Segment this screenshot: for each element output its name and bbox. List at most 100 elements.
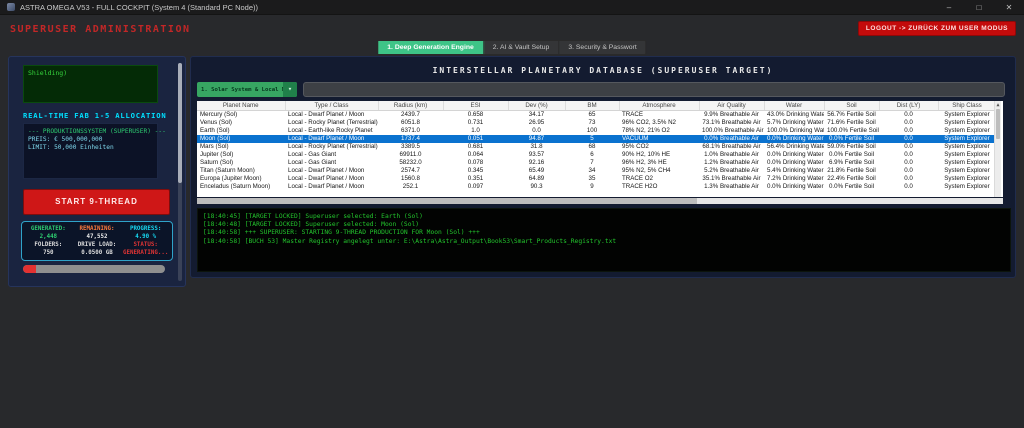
table-cell: Local - Rocky Planet (Terrestrial) (288, 142, 378, 150)
table-cell: 34 (588, 166, 596, 174)
column-header[interactable]: BM (565, 101, 620, 111)
maximize-button[interactable]: □ (964, 0, 994, 15)
table-cell: 95% N2, 5% CH4 (622, 166, 671, 174)
table-cell: 0.0% Fertile Soil (824, 134, 879, 143)
column-header[interactable]: Dist (LY) (879, 101, 939, 111)
column-header[interactable]: Atmosphere (619, 101, 700, 111)
filter-input[interactable] (303, 82, 1005, 97)
column-header[interactable]: Radius (km) (378, 101, 444, 111)
scrollbar-thumb[interactable] (996, 109, 1000, 139)
table-row[interactable]: Enceladus (Saturn Moon) Local - Dwarf Pla… (197, 183, 996, 191)
app-icon (7, 3, 15, 11)
table-cell: 69911.0 (399, 150, 422, 158)
column-header[interactable]: Ship Class (938, 101, 997, 111)
table-cell: 100.0% Fertile Soil (827, 126, 879, 134)
column-header[interactable]: Water (764, 101, 825, 111)
generation-progress-bar (23, 265, 165, 273)
table-cell: 71.6% Fertile Soil (827, 118, 876, 126)
table-cell: 0.0% Breathable Air (699, 134, 764, 143)
column-header[interactable]: ESI (443, 101, 509, 111)
log-line: [18:40:58] +++ SUPERUSER: STARTING 9-THR… (203, 229, 480, 237)
tab-deep-generation-engine[interactable]: 1. Deep Generation Engine (378, 41, 484, 54)
table-cell: System Explorer (944, 150, 990, 158)
table-cell: System Explorer (944, 166, 990, 174)
table-row[interactable]: Venus (Sol) Local - Rocky Planet (Terrest… (197, 119, 996, 127)
table-cell: Europa (Jupiter Moon) (200, 174, 262, 182)
table-horizontal-scrollbar[interactable] (197, 198, 1003, 204)
progress-fill (23, 265, 36, 273)
dropdown-selected-value: 1. Solar System & Local Moons (201, 86, 283, 93)
close-button[interactable]: ✕ (994, 0, 1024, 15)
planetary-database-panel: INTERSTELLAR PLANETARY DATABASE (SUPERUS… (190, 56, 1016, 278)
table-row[interactable]: Mars (Sol) Local - Rocky Planet (Terrestr… (197, 143, 996, 151)
table-cell: 1737.4 (378, 134, 443, 143)
column-header[interactable]: Planet Name (197, 101, 286, 111)
table-cell: 0.064 (467, 150, 484, 158)
table-cell: System Explorer (944, 142, 990, 150)
table-cell: Enceladus (Saturn Moon) (200, 182, 271, 190)
table-cell: System Explorer (938, 134, 996, 143)
table-cell: 5.4% Drinking Water (767, 166, 824, 174)
table-cell: 0.0 (532, 126, 541, 134)
table-cell: Titan (Saturn Moon) (200, 166, 255, 174)
table-row[interactable]: Titan (Saturn Moon) Local - Dwarf Planet … (197, 167, 996, 175)
table-cell: 96% H2, 3% HE (622, 158, 667, 166)
table-cell: 6.9% Fertile Soil (828, 158, 875, 166)
tab-bar: 1. Deep Generation Engine 2. AI & Vault … (377, 40, 647, 55)
tab-ai-vault-setup[interactable]: 2. AI & Vault Setup (484, 41, 560, 54)
chevron-down-icon[interactable]: ▾ (283, 82, 297, 97)
table-row[interactable]: Earth (Sol) Local - Earth-like Rocky Plan… (197, 127, 996, 135)
stat-drive-load: DRIVE LOAD: 0.0500 GB (77, 242, 117, 256)
table-row[interactable]: Jupiter (Sol) Local - Gas Giant 69911.0 0.0… (197, 151, 996, 159)
table-cell: 0.0% Drinking Water (764, 134, 824, 143)
table-row[interactable]: Mercury (Sol) Local - Dwarf Planet / Moon… (197, 110, 996, 119)
table-cell: 100 (586, 126, 598, 134)
table-cell: 0.0 (904, 126, 913, 134)
table-cell: 0.0% Fertile Soil (828, 150, 875, 158)
scroll-up-icon[interactable]: ▲ (995, 101, 1001, 109)
table-cell: 9 (590, 182, 594, 190)
table-cell: 95% CO2 (622, 142, 649, 150)
table-cell: 0.658 (467, 110, 484, 118)
production-panel: Shielding) REAL-TIME FAB 1-5 ALLOCATION … (8, 56, 186, 287)
table-cell: 0.0% Fertile Soil (828, 182, 875, 190)
table-row[interactable]: Moon (Sol) Local - Dwarf Planet / Moon 173… (197, 134, 996, 143)
production-info-box: --- PRODUKTIONSSYSTEM (SUPERUSER) --- PR… (23, 123, 166, 179)
start-generation-button[interactable]: START 9-THREAD GENERATION (23, 189, 170, 230)
table-cell: 1.0% Breathable Air (704, 150, 759, 158)
table-cell: TRACE H2O (622, 182, 658, 190)
table-cell: 34.17 (528, 110, 545, 118)
minimize-button[interactable]: – (934, 0, 964, 15)
table-cell: 5.2% Breathable Air (704, 166, 759, 174)
column-header[interactable]: Air Quality (699, 101, 765, 111)
stat-progress: PROGRESS: 4.90 % (129, 226, 162, 240)
scrollbar-thumb[interactable] (178, 63, 182, 183)
column-header[interactable]: Soil (824, 101, 880, 111)
table-cell: 1.2% Breathable Air (704, 158, 759, 166)
log-line: [18:40:58] [BUCH 53] Master Registry ang… (203, 237, 617, 245)
logout-button[interactable]: LOGOUT -> ZURÜCK ZUM USER MODUS (857, 21, 1016, 36)
table-cell: 252.1 (402, 182, 419, 190)
column-header[interactable]: Dev (%) (508, 101, 566, 111)
table-cell: Earth (Sol) (200, 126, 230, 134)
table-cell: 68.1% Breathable Air (702, 142, 761, 150)
table-cell: VACUUM (619, 134, 699, 143)
system-select-dropdown[interactable]: 1. Solar System & Local Moons ▾ (197, 82, 297, 97)
table-cell: 96% CO2, 3.5% N2 (622, 118, 676, 126)
log-line: [18:40:45] [TARGET LOCKED] Superuser sel… (203, 213, 423, 220)
table-cell: 0.0 (904, 166, 913, 174)
table-cell: 0.351 (467, 174, 484, 182)
table-cell: System Explorer (944, 174, 990, 182)
table-cell: 6371.0 (401, 126, 420, 134)
scrollbar-thumb[interactable] (197, 198, 697, 204)
table-cell: 0.0 (904, 174, 913, 182)
table-vertical-scrollbar[interactable]: ▲ (994, 101, 1001, 197)
table-cell: 58232.0 (399, 158, 422, 166)
table-cell: 26.95 (528, 118, 545, 126)
left-panel-scrollbar[interactable] (178, 63, 182, 281)
table-row[interactable]: Europa (Jupiter Moon) Local - Dwarf Plane… (197, 175, 996, 183)
column-header[interactable]: Type / Class (285, 101, 379, 111)
table-row[interactable]: Saturn (Sol) Local - Gas Giant 58232.0 0.07… (197, 159, 996, 167)
tab-security-passwort[interactable]: 3. Security & Passwort (559, 41, 645, 54)
table-cell: 31.8 (530, 142, 543, 150)
